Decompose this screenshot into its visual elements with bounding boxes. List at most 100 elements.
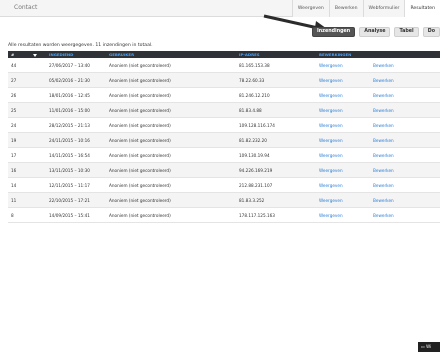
col-header-actions: BEWERKINGEN	[319, 52, 352, 57]
view-link[interactable]: Weergeven	[316, 178, 370, 192]
edit-link[interactable]: Bewerken	[370, 58, 430, 72]
table-row: 17 14/11/2015 – 16:54 Anoniem (niet gecont…	[8, 148, 440, 163]
tabel-button[interactable]: Tabel	[394, 27, 419, 37]
row-ip-address: 109.130.19.94	[239, 153, 270, 158]
row-spacer	[30, 73, 46, 87]
row-ip-address: 81.165.153.38	[239, 63, 270, 68]
view-link[interactable]: Weergeven	[316, 208, 370, 222]
results-subnav: Inzendingen Analyse Tabel Do	[311, 27, 440, 37]
col-header-user[interactable]: GEBRUIKER	[106, 51, 236, 58]
row-spacer	[30, 178, 46, 192]
view-link[interactable]: Weergeven	[316, 103, 370, 117]
view-link[interactable]: Weergeven	[316, 88, 370, 102]
row-number: 44	[11, 63, 17, 68]
row-number: 24	[11, 123, 17, 128]
row-spacer	[30, 148, 46, 162]
page: Contact Weergeven Bewerken Webformulier …	[0, 0, 440, 352]
row-spacer	[30, 133, 46, 147]
edit-link[interactable]: Bewerken	[370, 193, 430, 207]
table-header: # INGEDIEND GEBRUIKER IP-ADRES BEWERKING…	[8, 51, 440, 58]
row-user: Anoniem (niet gecontroleerd)	[109, 63, 171, 68]
table-row: 26 18/01/2016 – 12:45 Anoniem (niet gecont…	[8, 88, 440, 103]
row-submitted-date: 11/01/2016 – 15:00	[49, 108, 90, 113]
row-spacer	[30, 103, 46, 117]
row-ip-address: 81.83.4.88	[239, 108, 262, 113]
col-header-spacer	[370, 51, 430, 58]
col-header-ip[interactable]: IP-ADRES	[236, 51, 316, 58]
view-link[interactable]: Weergeven	[316, 148, 370, 162]
row-number: 17	[11, 153, 17, 158]
edit-link[interactable]: Bewerken	[370, 103, 430, 117]
row-number: 16	[11, 168, 17, 173]
row-submitted-date: 22/10/2015 – 17:21	[49, 198, 90, 203]
row-spacer	[30, 208, 46, 222]
row-ip-address: 178.117.125.163	[239, 213, 275, 218]
row-submitted-date: 28/12/2015 – 21:13	[49, 123, 90, 128]
col-header-number[interactable]: #	[8, 51, 30, 58]
edit-link[interactable]: Bewerken	[370, 133, 430, 147]
edit-link[interactable]: Bewerken	[370, 88, 430, 102]
edit-link[interactable]: Bewerken	[370, 208, 430, 222]
row-submitted-date: 05/02/2016 – 21:30	[49, 78, 90, 83]
download-button[interactable]: Do	[422, 27, 440, 37]
row-user: Anoniem (niet gecontroleerd)	[109, 93, 171, 98]
row-user: Anoniem (niet gecontroleerd)	[109, 213, 171, 218]
results-summary: Alle resultaten worden weergegeven. 11 i…	[8, 43, 153, 48]
tab-resultaten[interactable]: Resultaten	[404, 0, 440, 17]
submissions-table: # INGEDIEND GEBRUIKER IP-ADRES BEWERKING…	[8, 51, 440, 223]
row-spacer	[30, 58, 46, 72]
table-row: 14 12/11/2015 – 11:17 Anoniem (niet gecont…	[8, 178, 440, 193]
chat-label: Wi	[426, 344, 432, 349]
table-row: 44 27/06/2017 – 13:40 Anoniem (niet gecont…	[8, 58, 440, 73]
row-number: 19	[11, 138, 17, 143]
edit-link[interactable]: Bewerken	[370, 73, 430, 87]
row-ip-address: 109.128.116.174	[239, 123, 275, 128]
tab-webformulier[interactable]: Webformulier	[362, 0, 405, 17]
row-number: 26	[11, 93, 17, 98]
row-user: Anoniem (niet gecontroleerd)	[109, 168, 171, 173]
row-spacer	[30, 163, 46, 177]
row-user: Anoniem (niet gecontroleerd)	[109, 123, 171, 128]
page-title: Contact	[14, 4, 38, 11]
table-row: 27 05/02/2016 – 21:30 Anoniem (niet gecont…	[8, 73, 440, 88]
table-row: 19 24/11/2015 – 10:16 Anoniem (niet gecont…	[8, 133, 440, 148]
row-ip-address: 81.83.3.252	[239, 198, 265, 203]
view-link[interactable]: Weergeven	[316, 58, 370, 72]
row-submitted-date: 14/09/2015 – 15:41	[49, 213, 90, 218]
table-row: 8 14/09/2015 – 15:41 Anoniem (niet gecontr…	[8, 208, 440, 223]
row-ip-address: 212.88.231.107	[239, 183, 273, 188]
edit-link[interactable]: Bewerken	[370, 148, 430, 162]
edit-link[interactable]: Bewerken	[370, 163, 430, 177]
tab-bewerken[interactable]: Bewerken	[328, 0, 363, 17]
row-ip-address: 94.226.169.219	[239, 168, 273, 173]
row-ip-address: 81.82.232.20	[239, 138, 267, 143]
sort-desc-icon[interactable]	[30, 51, 46, 58]
row-number: 11	[11, 198, 17, 203]
chat-widget-button[interactable]: ▭ Wi	[418, 342, 440, 352]
view-link[interactable]: Weergeven	[316, 193, 370, 207]
view-link[interactable]: Weergeven	[316, 118, 370, 132]
edit-link[interactable]: Bewerken	[370, 118, 430, 132]
row-submitted-date: 24/11/2015 – 10:16	[49, 138, 90, 143]
table-row: 24 28/12/2015 – 21:13 Anoniem (niet gecont…	[8, 118, 440, 133]
table-row: 11 22/10/2015 – 17:21 Anoniem (niet gecont…	[8, 193, 440, 208]
view-link[interactable]: Weergeven	[316, 133, 370, 147]
row-user: Anoniem (niet gecontroleerd)	[109, 138, 171, 143]
row-number: 25	[11, 108, 17, 113]
analyse-button[interactable]: Analyse	[359, 27, 391, 37]
table-body: 44 27/06/2017 – 13:40 Anoniem (niet gecont…	[8, 58, 440, 223]
col-header-submitted[interactable]: INGEDIEND	[46, 51, 106, 58]
row-submitted-date: 13/11/2015 – 10:30	[49, 168, 90, 173]
view-link[interactable]: Weergeven	[316, 163, 370, 177]
row-number: 27	[11, 78, 17, 83]
view-link[interactable]: Weergeven	[316, 73, 370, 87]
row-spacer	[30, 193, 46, 207]
edit-link[interactable]: Bewerken	[370, 178, 430, 192]
row-user: Anoniem (niet gecontroleerd)	[109, 153, 171, 158]
row-submitted-date: 27/06/2017 – 13:40	[49, 63, 90, 68]
row-submitted-date: 12/11/2015 – 11:17	[49, 183, 90, 188]
row-user: Anoniem (niet gecontroleerd)	[109, 198, 171, 203]
row-user: Anoniem (niet gecontroleerd)	[109, 78, 171, 83]
row-number: 8	[11, 213, 14, 218]
inzendingen-button[interactable]: Inzendingen	[311, 27, 356, 37]
